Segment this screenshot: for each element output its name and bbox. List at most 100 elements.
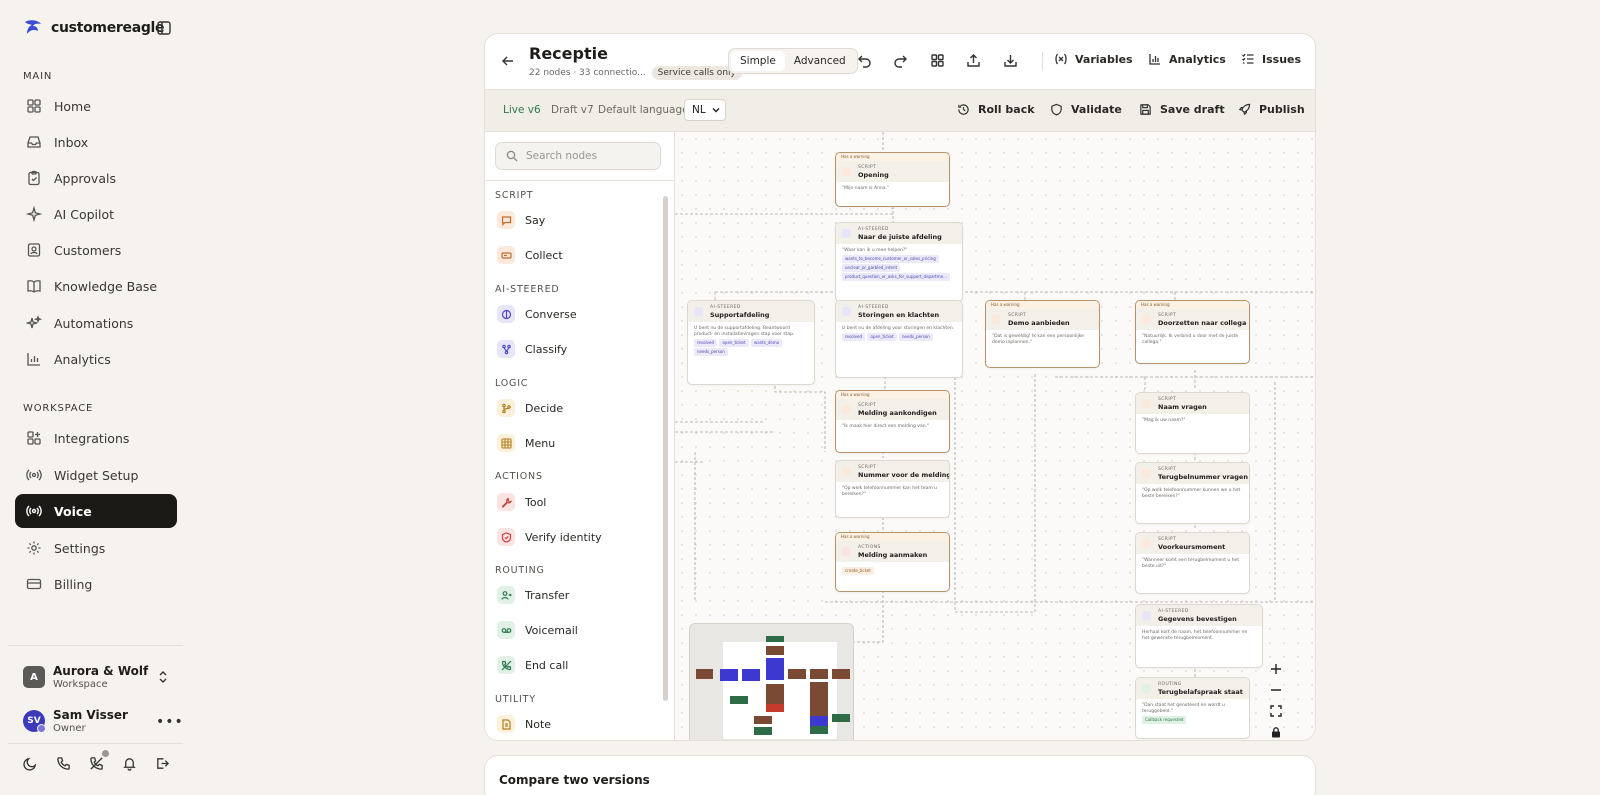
minimap[interactable] [689, 623, 854, 740]
sidebar-item-ai-copilot[interactable]: AI Copilot [15, 197, 177, 231]
sidebar-item-analytics[interactable]: Analytics [15, 342, 177, 376]
mode-simple-button[interactable]: Simple [731, 51, 785, 71]
palette-item-voicemail[interactable]: Voicemail [497, 621, 578, 639]
language-select[interactable]: NL [684, 99, 726, 121]
sidebar-item-integrations[interactable]: Integrations [15, 421, 177, 455]
flow-node-terugbelafspraak[interactable]: ROUTING Terugbelafspraak staat "Dan staa… [1135, 677, 1250, 739]
palette-item-transfer[interactable]: Transfer [497, 586, 569, 604]
mode-advanced-button[interactable]: Advanced [785, 51, 855, 71]
back-arrow-icon[interactable] [501, 54, 515, 68]
flow-node-demo[interactable]: Has a warning SCRIPT Demo aanbieden "Dat… [985, 300, 1100, 368]
flow-node-opening[interactable]: Has a warning SCRIPT Opening "Mijn naam … [835, 152, 950, 207]
sidebar-item-label: Home [54, 98, 91, 114]
sidebar-item-home[interactable]: Home [15, 89, 177, 123]
minimap-block [696, 669, 713, 679]
flow-node-supportafdeling[interactable]: AI-STEERED Supportafdeling U bent nu de … [687, 300, 815, 385]
shield-icon [1051, 103, 1062, 116]
palette-item-label: Classify [525, 342, 568, 356]
layout-grid-icon[interactable] [930, 53, 945, 68]
palette-scrollbar[interactable] [663, 196, 668, 701]
variables-button[interactable]: Variables [1054, 52, 1133, 66]
search-input[interactable]: Search nodes [495, 142, 661, 170]
input-field-icon [1142, 399, 1151, 408]
sidebar-item-label: Analytics [54, 351, 111, 367]
flow-node-storingen[interactable]: AI-STEERED Storingen en klachten U bent … [835, 300, 963, 378]
draft-version-tab[interactable]: Draft v7 [551, 104, 594, 116]
logout-icon[interactable] [155, 756, 170, 771]
fit-view-icon[interactable] [1270, 702, 1282, 717]
flow-canvas[interactable]: Has a warning SCRIPT Opening "Mijn naam … [675, 132, 1315, 740]
chevron-up-down-icon[interactable] [157, 670, 169, 684]
sidebar-divider [8, 645, 183, 646]
palette-item-classify[interactable]: Classify [497, 340, 567, 358]
phone-icon[interactable] [56, 756, 71, 771]
upload-icon[interactable] [966, 53, 981, 68]
node-palette: Search nodes SCRIPT Say Collect AI-STEER… [485, 132, 675, 740]
node-type: AI-STEERED [858, 227, 889, 232]
save-draft-button[interactable]: Save draft [1139, 103, 1225, 116]
flow-node-gegevens[interactable]: AI-STEERED Gegevens bevestigen Herhaal k… [1135, 604, 1263, 668]
flow-node-melding-aanmaken[interactable]: Has a warning ACTIONS Melding aanmaken c… [835, 532, 950, 592]
gear-icon [27, 541, 41, 555]
palette-item-decide[interactable]: Decide [497, 399, 563, 417]
brand[interactable]: customereagle [23, 18, 165, 38]
sidebar-item-widget-setup[interactable]: Widget Setup [15, 458, 177, 492]
wrench-icon [497, 493, 515, 511]
sidebar-item-voice[interactable]: Voice [15, 494, 177, 528]
lock-icon[interactable] [1270, 723, 1282, 738]
workspace-switcher[interactable]: A Aurora & Wolf Workspace [23, 664, 148, 690]
language-value: NL [692, 104, 706, 116]
download-icon[interactable] [1003, 53, 1018, 68]
bell-icon[interactable] [122, 756, 137, 771]
user-profile[interactable]: SV Sam Visser Owner [23, 708, 128, 734]
palette-item-tool[interactable]: Tool [497, 493, 546, 511]
flow-node-juiste-afdeling[interactable]: AI-STEERED Naar de juiste afdeling "Waar… [835, 222, 963, 302]
palette-item-note[interactable]: Note [497, 715, 551, 733]
zoom-out-icon[interactable] [1270, 681, 1282, 693]
publish-button[interactable]: Publish [1238, 103, 1305, 116]
node-warning: Has a warning [836, 391, 949, 399]
analytics-button[interactable]: Analytics [1148, 52, 1226, 66]
palette-item-converse[interactable]: Converse [497, 305, 577, 323]
validate-label: Validate [1071, 103, 1122, 116]
variables-label: Variables [1075, 52, 1133, 66]
node-body: U bent nu de supportafdeling. Beantwoord… [694, 326, 795, 337]
issues-button[interactable]: Issues [1241, 52, 1301, 66]
redo-icon[interactable] [893, 53, 908, 68]
sidebar-item-inbox[interactable]: Inbox [15, 125, 177, 159]
flow-node-terugbelnummer[interactable]: SCRIPT Terugbelnummer vragen "Op welk te… [1135, 462, 1250, 524]
zoom-in-icon[interactable] [1270, 660, 1282, 674]
flow-meta: 22 nodes · 33 connectio... Service calls… [529, 66, 742, 80]
live-version-tab[interactable]: Live v6 [503, 104, 541, 116]
voice-waves-icon [26, 505, 42, 517]
sidebar-item-knowledge-base[interactable]: Knowledge Base [15, 269, 177, 303]
flow-node-nummer-melding[interactable]: SCRIPT Nummer voor de melding "Op welk t… [835, 460, 950, 518]
palette-item-collect[interactable]: Collect [497, 246, 563, 264]
node-body: "Op welk telefoonnummer kunnen we u het … [1142, 488, 1241, 499]
home-icon [27, 99, 41, 113]
undo-icon[interactable] [857, 53, 872, 68]
moon-icon[interactable] [23, 756, 38, 771]
flow-node-voorkeursmoment[interactable]: SCRIPT Voorkeursmoment "Wanneer komt een… [1135, 532, 1250, 594]
sidebar-toggle-icon[interactable] [157, 21, 171, 35]
palette-item-menu[interactable]: Menu [497, 434, 555, 452]
flow-node-naam-vragen[interactable]: SCRIPT Naam vragen "Mag ik uw naam?" [1135, 392, 1250, 454]
more-options-icon[interactable]: ••• [156, 714, 184, 730]
phone-off-icon[interactable] [89, 750, 109, 771]
palette-item-end-call[interactable]: End call [497, 656, 568, 674]
palette-group-utility: UTILITY [495, 694, 536, 705]
validate-button[interactable]: Validate [1050, 103, 1122, 116]
palette-group-ai-steered: AI-STEERED [495, 284, 560, 295]
flow-node-melding-aankondigen[interactable]: Has a warning SCRIPT Melding aankondigen… [835, 390, 950, 453]
sidebar-item-settings[interactable]: Settings [15, 531, 177, 565]
sidebar-item-billing[interactable]: Billing [15, 567, 177, 601]
sidebar-item-customers[interactable]: Customers [15, 233, 177, 267]
node-type: SCRIPT [858, 403, 877, 408]
sidebar-item-approvals[interactable]: Approvals [15, 161, 177, 195]
rollback-button[interactable]: Roll back [957, 103, 1035, 116]
palette-item-verify-identity[interactable]: Verify identity [497, 528, 602, 546]
palette-item-say[interactable]: Say [497, 211, 545, 229]
flow-node-doorzetten[interactable]: Has a warning SCRIPT Doorzetten naar col… [1135, 300, 1250, 364]
sidebar-item-automations[interactable]: Automations [15, 306, 177, 340]
node-type: AI-STEERED [1158, 609, 1189, 614]
